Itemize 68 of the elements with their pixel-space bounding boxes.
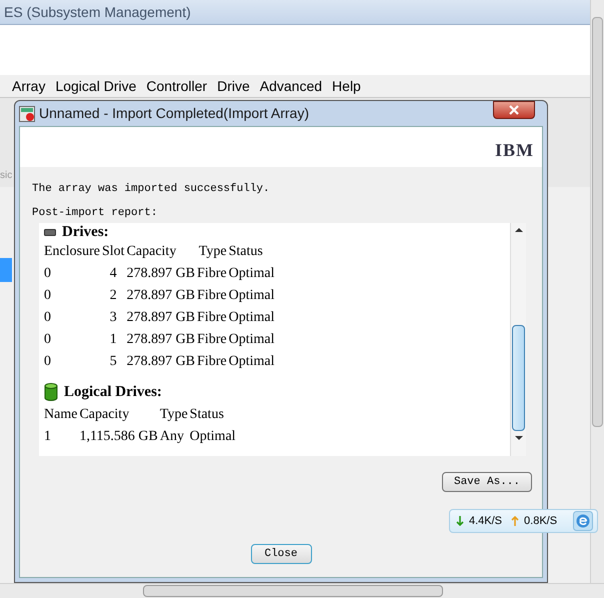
table-cell-text: 278.897 GB bbox=[126, 309, 196, 327]
table-cell-text: 0 bbox=[44, 265, 52, 283]
report-label: Post-import report: bbox=[31, 206, 158, 220]
menu-item[interactable]: Drive bbox=[217, 76, 250, 96]
selected-row-highlight bbox=[0, 258, 12, 282]
section-heading: Logical Drives: bbox=[64, 383, 162, 402]
menu-item[interactable]: Array bbox=[12, 76, 46, 96]
table-cell-text: 4 bbox=[108, 265, 118, 283]
window-title: ES (Subsystem Management) bbox=[4, 2, 191, 22]
report-scrollbar[interactable] bbox=[510, 223, 526, 456]
section-heading: Drives: bbox=[62, 224, 109, 240]
table-cell-text: Status bbox=[228, 243, 264, 261]
table-cell-text: 0 bbox=[44, 331, 52, 349]
table-cell-text: Optimal bbox=[228, 265, 276, 283]
table-cell-text: Fibre bbox=[197, 331, 228, 349]
vertical-scrollbar[interactable] bbox=[590, 0, 604, 583]
logo: IBM bbox=[495, 139, 534, 162]
table-cell-text: Status bbox=[190, 406, 225, 424]
message-text: The array was imported successfully. bbox=[31, 182, 271, 197]
table-cell: Capacity bbox=[79, 404, 160, 426]
table-cell-text: Name bbox=[44, 406, 78, 424]
table-cell-text: Fibre bbox=[197, 353, 228, 371]
table-cell: 1,115.586 GB bbox=[79, 426, 160, 448]
menu-item[interactable]: Advanced bbox=[260, 76, 322, 96]
table-cell-text: 278.897 GB bbox=[126, 265, 196, 283]
table-cell-text: Optimal bbox=[228, 331, 276, 349]
table-cell-text: 2 bbox=[108, 287, 118, 305]
horizontal-scrollbar[interactable] bbox=[0, 583, 604, 598]
table-cell-text: 278.897 GB bbox=[126, 353, 196, 371]
download-speed: 4.4K/S bbox=[469, 514, 502, 529]
table-cell-text: Optimal bbox=[190, 428, 237, 446]
table-cell-text: 5 bbox=[108, 353, 118, 371]
dialog-title: Unnamed - Import Completed(Import Array) bbox=[39, 104, 309, 123]
table-cell-text: 0 bbox=[44, 287, 52, 305]
table-cell-text: Fibre bbox=[197, 287, 228, 305]
table-cell-text: Slot bbox=[102, 243, 126, 261]
table-cell-text: Any bbox=[160, 428, 185, 446]
table-cell-text: 3 bbox=[108, 309, 118, 327]
drive-icon bbox=[44, 228, 56, 236]
table-cell-text: Fibre bbox=[197, 265, 228, 283]
upload-arrow-icon bbox=[511, 516, 520, 526]
table-cell-text: 278.897 GB bbox=[126, 287, 196, 305]
table-cell-text: 0 bbox=[44, 309, 52, 327]
close-dialog-button[interactable]: Close bbox=[250, 544, 312, 564]
table-cell-text: 1 bbox=[108, 331, 118, 349]
table-cell-text: Optimal bbox=[228, 309, 276, 327]
cylinder-icon bbox=[44, 383, 58, 402]
table-cell-text: 278.897 GB bbox=[126, 331, 196, 349]
table-cell-text: Capacity bbox=[126, 243, 178, 261]
menu-item[interactable]: Controller bbox=[146, 76, 208, 96]
download-arrow-icon bbox=[456, 516, 464, 526]
save-as-button[interactable]: Save As... bbox=[442, 472, 532, 492]
app-icon bbox=[19, 106, 35, 122]
table-cell-text: Optimal bbox=[228, 353, 276, 371]
table-cell-text: Enclosure bbox=[44, 243, 101, 261]
menu-item[interactable]: Help bbox=[332, 76, 361, 96]
menu-item[interactable]: Logical Drive bbox=[55, 76, 136, 96]
table-cell-text: 0 bbox=[44, 353, 52, 371]
table-cell-text: 1 bbox=[44, 428, 52, 446]
table-cell-text: Optimal bbox=[228, 287, 276, 305]
side-label: sic bbox=[0, 169, 12, 183]
close-icon bbox=[509, 104, 519, 114]
table-cell-text: Type bbox=[198, 243, 228, 261]
browser-logo-icon[interactable] bbox=[573, 511, 593, 531]
upload-speed: 0.8K/S bbox=[524, 514, 558, 529]
table-cell-text: Fibre bbox=[197, 309, 228, 327]
table-cell-text: Type bbox=[160, 406, 189, 424]
close-button[interactable] bbox=[493, 100, 535, 118]
